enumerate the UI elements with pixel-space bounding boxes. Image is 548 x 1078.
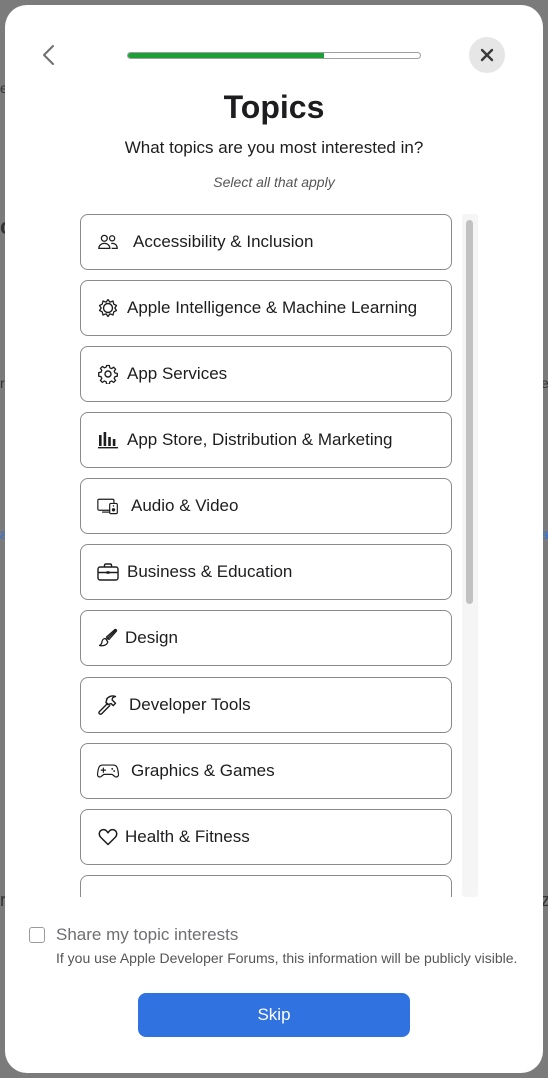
topic-option[interactable]: App Services: [80, 346, 452, 402]
close-icon: [480, 48, 494, 62]
topic-label: Health & Fitness: [125, 827, 250, 846]
people-icon: [97, 231, 119, 253]
progress-fill: [128, 53, 324, 58]
gear-icon: [97, 363, 119, 385]
chart-bars-icon: [97, 429, 119, 451]
topic-option[interactable]: App Store, Distribution & Marketing: [80, 412, 452, 468]
topic-list[interactable]: Accessibility & Inclusion Apple Intellig…: [80, 214, 452, 897]
topic-label: Accessibility & Inclusion: [133, 232, 314, 251]
topic-label: Graphics & Games: [131, 761, 275, 780]
topic-label: App Services: [127, 364, 228, 383]
topic-option[interactable]: Apple Intelligence & Machine Learning: [80, 280, 452, 336]
topic-option[interactable]: Health & Fitness: [80, 809, 452, 865]
topic-option[interactable]: Developer Tools: [80, 677, 452, 733]
topic-label: Audio & Video: [131, 496, 239, 515]
paintbrush-icon: [97, 627, 119, 649]
backdrop-text: r: [0, 375, 5, 391]
selection-hint: Select all that apply: [213, 174, 335, 190]
topic-option[interactable]: Business & Education: [80, 544, 452, 600]
scrollbar[interactable]: [462, 214, 478, 897]
topic-label: App Store, Distribution & Marketing: [127, 430, 393, 449]
heart-icon: [97, 826, 119, 848]
topic-label: Developer Tools: [129, 695, 251, 714]
share-interests-note: If you use Apple Developer Forums, this …: [56, 950, 518, 966]
page-subtitle: What topics are you most interested in?: [124, 138, 424, 157]
briefcase-icon: [97, 561, 119, 583]
skip-button[interactable]: Skip: [138, 993, 410, 1037]
scrollbar-thumb[interactable]: [466, 220, 473, 604]
back-button[interactable]: [33, 35, 63, 75]
topic-option[interactable]: Graphics & Games: [80, 743, 452, 799]
share-interests-row[interactable]: Share my topic interests: [29, 925, 238, 945]
page-title: Topics: [223, 89, 325, 125]
topic-label: Business & Education: [127, 562, 293, 581]
topics-modal: Topics What topics are you most interest…: [5, 5, 543, 1073]
topic-option[interactable]: Audio & Video: [80, 478, 452, 534]
topic-option[interactable]: Accessibility & Inclusion: [80, 214, 452, 270]
display-speaker-icon: [97, 495, 119, 517]
topic-option[interactable]: [80, 875, 452, 897]
hammer-icon: [97, 694, 119, 716]
gamecontroller-icon: [97, 760, 119, 782]
topic-label: Apple Intelligence & Machine Learning: [127, 298, 418, 317]
partial-icon: [97, 892, 119, 897]
progress-bar: [127, 52, 421, 59]
topic-option[interactable]: Design: [80, 610, 452, 666]
intelligence-icon: [97, 297, 119, 319]
share-interests-checkbox[interactable]: [29, 927, 45, 943]
chevron-left-icon: [43, 45, 54, 65]
close-button[interactable]: [469, 37, 505, 73]
share-interests-label[interactable]: Share my topic interests: [56, 925, 238, 945]
topic-label: Design: [125, 628, 178, 647]
